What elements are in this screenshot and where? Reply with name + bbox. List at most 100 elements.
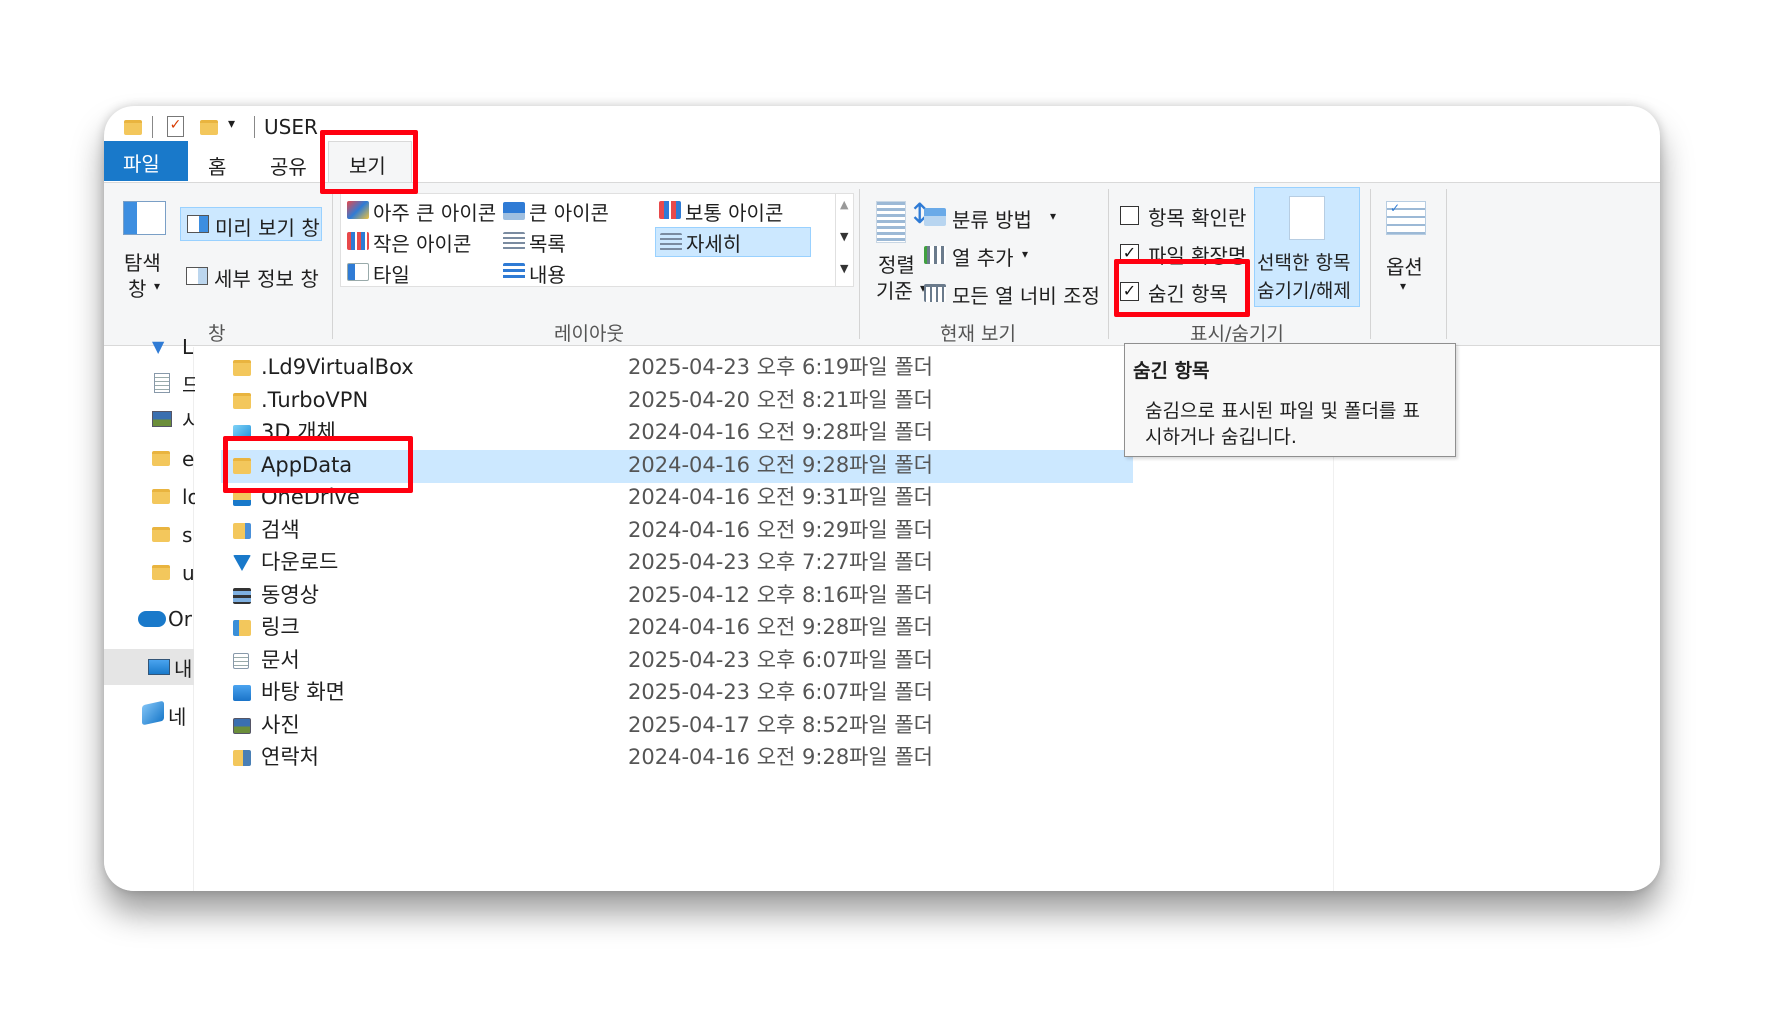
file-date: 2024-04-16 오전 9:29 (628, 517, 850, 542)
fit-columns-button[interactable]: 모든 열 너비 조정 (922, 279, 1112, 309)
nav-pane-button[interactable]: 탐색 창 ▾ (118, 199, 168, 301)
sidebar-item-this-pc[interactable]: 내 (104, 649, 194, 685)
table-row[interactable]: 연락처 2024-04-16 오전 9:28 파일 폴더 (221, 742, 1133, 775)
folder-icon (152, 489, 170, 504)
chevron-down-icon[interactable]: ▼ (840, 230, 848, 243)
details-pane-button[interactable]: 세부 정보 창 (180, 259, 322, 293)
folder-icon (124, 120, 142, 135)
table-row[interactable]: 링크 2024-04-16 오전 9:28 파일 폴더 (221, 612, 1133, 645)
sidebar-item-2[interactable]: 시 (152, 405, 200, 435)
sidebar-item-6[interactable]: u (152, 559, 195, 589)
search-folder-icon (233, 522, 251, 539)
file-name: .Ld9VirtualBox (261, 355, 414, 379)
sidebar-item-4[interactable]: lo (152, 483, 200, 513)
chevron-down-icon: ▾ (1022, 247, 1029, 261)
add-column-button[interactable]: 열 추가 ▾ (922, 241, 1072, 271)
layout-label: 작은 아이콘 (373, 232, 472, 256)
tooltip-line-1: 숨김으로 표시된 파일 및 폴더를 표 (1145, 400, 1420, 422)
group-by-icon (924, 208, 946, 226)
chevron-up-icon[interactable]: ▲ (840, 198, 848, 211)
table-row[interactable]: 문서 2025-04-23 오후 6:07 파일 폴더 (221, 645, 1133, 678)
layout-details[interactable]: 자세히 (655, 227, 811, 257)
sidebar-item-onedrive[interactable]: Or (138, 605, 194, 635)
gallery-scrollbar[interactable]: ▲ ▼ ▼ (836, 193, 854, 287)
layout-label: 큰 아이콘 (529, 201, 609, 225)
file-name: .TurboVPN (261, 387, 369, 412)
document-icon (154, 373, 170, 393)
table-row[interactable]: 동영상 2025-04-12 오후 8:16 파일 폴더 (221, 580, 1133, 613)
group-separator (859, 189, 860, 339)
tab-file-label: 파일 (123, 152, 160, 176)
layout-tiles[interactable]: 타일 (343, 258, 493, 288)
group-label-current-view: 현재 보기 (940, 323, 1016, 345)
file-name: 문서 (261, 647, 300, 672)
tab-share[interactable]: 공유 (270, 151, 307, 180)
sidebar-label: 내 (174, 657, 193, 681)
group-separator (1108, 189, 1109, 339)
file-type: 파일 폴더 (849, 550, 933, 574)
group-by-button[interactable]: 분류 방법 ▾ (922, 203, 1072, 233)
layout-extra-large-icons[interactable]: 아주 큰 아이콘 (343, 196, 497, 226)
link-folder-icon (233, 620, 251, 636)
sidebar-item-0[interactable]: ▼ L (152, 335, 193, 363)
layout-label: 자세히 (686, 232, 742, 256)
layout-large-icons[interactable]: 큰 아이콘 (499, 196, 649, 226)
separator (152, 116, 153, 138)
file-type: 파일 폴더 (849, 420, 933, 444)
chevron-down-icon[interactable]: ▾ (228, 116, 235, 132)
sidebar-label: e (182, 447, 195, 471)
sort-label: 정렬 (878, 253, 915, 277)
ribbon: 탐색 창 ▾ 미리 보기 창 세부 정보 창 창 아주 큰 아이콘 큰 아이콘 (104, 182, 1660, 346)
table-row[interactable]: 검색 2024-04-16 오전 9:29 파일 폴더 (221, 515, 1133, 548)
layout-label: 아주 큰 아이콘 (373, 201, 497, 225)
layout-small-icons[interactable]: 작은 아이콘 (343, 227, 493, 257)
preview-pane-icon (187, 215, 209, 233)
file-type: 파일 폴더 (849, 680, 933, 704)
options-button[interactable]: ✓ 옵션 ▾ (1380, 197, 1436, 307)
layout-list[interactable]: 목록 (499, 227, 649, 257)
extra-large-icons-icon (347, 201, 369, 219)
file-date: 2024-04-16 오전 9:31 (628, 485, 850, 509)
file-date: 2024-04-16 오전 9:28 (628, 745, 850, 769)
sidebar-label: u (182, 561, 195, 585)
file-name: 검색 (261, 517, 300, 542)
tab-file[interactable]: 파일 (104, 141, 188, 181)
group-separator (332, 189, 333, 339)
sort-icon (876, 201, 906, 243)
film-icon (233, 587, 251, 604)
item-checkboxes-checkbox[interactable] (1120, 206, 1139, 225)
properties-icon[interactable]: ✓ (167, 116, 184, 137)
table-row[interactable]: .Ld9VirtualBox 2025-04-23 오후 6:19 파일 폴더 (221, 352, 1133, 385)
expand-gallery-icon[interactable]: ▼ (840, 262, 848, 275)
chevron-down-icon: ▾ (1400, 279, 1407, 293)
item-checkboxes-option[interactable]: 항목 확인란 (1116, 201, 1252, 231)
layout-medium-icons[interactable]: 보통 아이콘 (655, 196, 811, 226)
new-folder-icon[interactable] (200, 120, 218, 135)
sidebar-item-5[interactable]: s (152, 521, 192, 551)
table-row[interactable]: 바탕 화면 2025-04-23 오후 6:07 파일 폴더 (221, 677, 1133, 710)
sidebar-item-3[interactable]: e (152, 445, 195, 475)
file-date: 2024-04-16 오전 9:28 (628, 420, 850, 444)
sidebar-item-1[interactable]: 드 (152, 369, 200, 399)
table-row[interactable]: 다운로드 2025-04-23 오후 7:27 파일 폴더 (221, 547, 1133, 580)
hide-selected-button[interactable]: 선택한 항목 숨기기/해제 (1254, 187, 1360, 307)
preview-pane-button[interactable]: 미리 보기 창 (180, 207, 322, 241)
file-type: 파일 폴더 (849, 355, 933, 379)
file-name: 링크 (261, 615, 300, 639)
layout-content[interactable]: 내용 (499, 258, 649, 288)
sidebar-item-network[interactable]: 네 (138, 699, 194, 729)
sort-label-2: 기준 (876, 279, 913, 303)
details-icon (660, 233, 682, 251)
table-row[interactable]: .TurboVPN 2025-04-20 오전 8:21 파일 폴더 (221, 385, 1133, 418)
group-label-layout: 레이아웃 (554, 323, 624, 345)
layout-label: 목록 (529, 232, 566, 256)
hide-selected-label: 선택한 항목 (1257, 252, 1351, 274)
file-date: 2025-04-23 오후 6:07 (628, 680, 850, 704)
file-type: 파일 폴더 (849, 485, 933, 509)
group-label-pane: 창 (208, 323, 226, 345)
item-checkboxes-label: 항목 확인란 (1148, 206, 1247, 230)
details-pane-label: 세부 정보 창 (214, 267, 319, 291)
table-row[interactable]: 사진 2025-04-17 오후 8:52 파일 폴더 (221, 710, 1133, 743)
tab-home[interactable]: 홈 (208, 151, 226, 180)
nav-pane-label: 탐색 (124, 251, 161, 275)
